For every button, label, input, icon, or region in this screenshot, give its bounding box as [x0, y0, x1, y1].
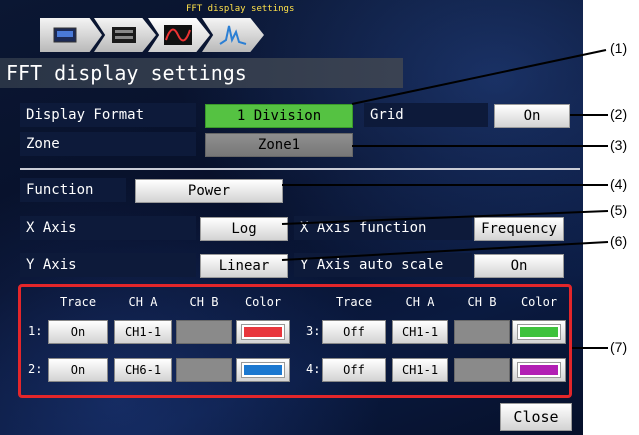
callout-4: (4)	[610, 176, 628, 192]
callout-3: (3)	[610, 137, 628, 153]
callout-6: (6)	[610, 233, 628, 249]
callout-2: (2)	[610, 106, 628, 122]
callout-7: (7)	[610, 339, 628, 355]
callout-lines	[281, 49, 609, 349]
callout-1: (1)	[610, 40, 628, 56]
callout-5: (5)	[610, 202, 628, 218]
